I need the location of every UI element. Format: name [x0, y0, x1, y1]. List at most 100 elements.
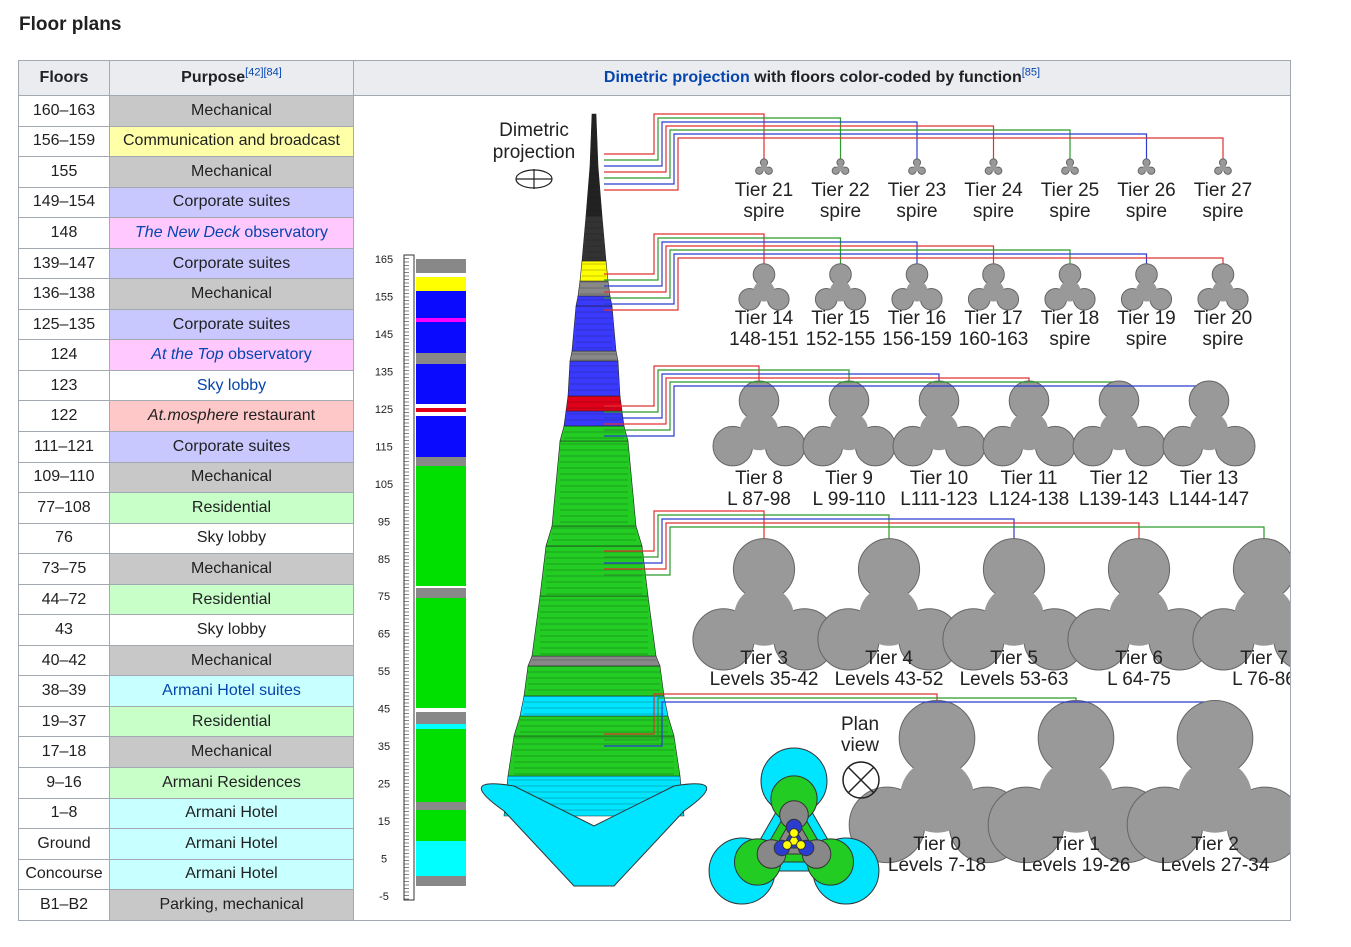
purpose-cell: Mechanical: [109, 736, 354, 769]
purpose-text: Mechanical: [191, 651, 272, 669]
purpose-text: Parking, mechanical: [159, 896, 304, 914]
tier-label: Tier 20: [1194, 308, 1252, 329]
purpose-text[interactable]: observatory: [240, 224, 328, 241]
scale-tick-label: 125: [375, 404, 393, 416]
tier-label: Tier 6: [1115, 648, 1163, 669]
tier-range-label: Levels 27-34: [1161, 855, 1270, 876]
scale-tick-label: 145: [375, 329, 393, 341]
floors-cell: 73–75: [18, 553, 110, 585]
tier-label: Tier 5: [990, 648, 1038, 669]
tier-label: Tier 11: [1000, 468, 1057, 489]
purpose-link[interactable]: At the Top: [151, 346, 223, 363]
purpose-cell: Communication and broadcast: [109, 125, 354, 158]
tier-plan-shape: [892, 380, 986, 467]
dimetric-label: Dimetric: [499, 120, 569, 141]
purpose-text: Residential: [191, 498, 272, 516]
purpose-text: Mechanical: [191, 468, 272, 486]
purpose-cell: Armani Hotel: [109, 858, 354, 891]
purpose-cell: Mechanical: [109, 278, 354, 310]
diagram-reference[interactable]: [85]: [1022, 67, 1040, 79]
section-heading: Floor plans: [19, 14, 122, 35]
dimetric-projection-link[interactable]: Dimetric projection: [604, 69, 750, 86]
purpose-text: Sky lobby: [196, 621, 267, 639]
floor-band: [416, 466, 466, 586]
scale-tick-label: 25: [378, 779, 390, 791]
purpose-text: Mechanical: [191, 285, 272, 303]
tier-range-label: spire: [820, 201, 861, 222]
tier-label: Tier 22: [811, 180, 869, 201]
purpose-cell: At.mosphere restaurant: [109, 400, 354, 433]
scale-tick-label: 65: [378, 629, 390, 641]
leader-line: [604, 121, 918, 167]
tier-range-label: L144-147: [1169, 489, 1249, 510]
tower-dimetric-view: [481, 113, 707, 887]
purpose-cell: Mechanical: [109, 553, 354, 585]
plan-view-label: view: [841, 735, 879, 756]
floors-cell: 40–42: [18, 644, 110, 677]
tier-plan-shape: [1197, 263, 1249, 311]
floors-cell: 125–135: [18, 308, 110, 341]
purpose-cell: Corporate suites: [109, 431, 354, 463]
tier-range-label: 148-151: [729, 329, 799, 350]
leader-line: [604, 377, 1030, 425]
floor-band: [416, 729, 466, 802]
floors-cell: 19–37: [18, 705, 110, 738]
purpose-text[interactable]: observatory: [224, 346, 312, 363]
floors-cell: 44–72: [18, 583, 110, 616]
purpose-text: Sky lobby: [196, 529, 267, 547]
tier-label: Tier 0: [913, 834, 961, 855]
scale-tick-label: 75: [378, 591, 390, 603]
floor-band: [416, 259, 466, 273]
tier-range-label: L124-138: [989, 489, 1069, 510]
tier-range-label: spire: [1126, 329, 1167, 350]
purpose-text: Residential: [191, 590, 272, 608]
scale-tick-label: 95: [378, 516, 390, 528]
tier-label: Tier 25: [1041, 180, 1099, 201]
purpose-text[interactable]: Armani Hotel suites: [162, 682, 301, 699]
purpose-text: Mechanical: [191, 162, 272, 180]
floor-band: [416, 277, 466, 291]
floors-cell: 9–16: [18, 767, 110, 799]
floor-band: [416, 404, 466, 408]
purpose-cell: Mechanical: [109, 461, 354, 494]
tier-plan-shape: [802, 380, 896, 467]
tier-label: Tier 23: [888, 180, 946, 201]
floor-band: [416, 408, 466, 412]
floors-cell: 148: [18, 217, 110, 249]
floors-cell: 77–108: [18, 492, 110, 524]
tier-plan-shape: [908, 158, 926, 175]
purpose-link[interactable]: The New Deck: [135, 224, 240, 241]
tier-range-label: L 64-75: [1107, 669, 1171, 690]
purpose-link[interactable]: At.mosphere: [148, 407, 239, 424]
purpose-reference[interactable]: [42][84]: [245, 67, 282, 79]
floors-cell: 156–159: [18, 125, 110, 158]
tier-plan-shape: [982, 380, 1076, 467]
tier-label: Tier 8: [735, 468, 783, 489]
diagram-cell: 165 155 145 135 125 115 105 95 85 75 65 55 45 35 25 15 5…: [353, 95, 1291, 921]
floor-band: [416, 416, 466, 457]
scale-tick-label: 35: [378, 741, 390, 753]
tier-range-label: L 99-110: [813, 489, 886, 510]
floor-band: [416, 712, 466, 724]
tier-label: Tier 14: [735, 308, 794, 329]
tier-label: Tier 16: [888, 308, 946, 329]
purpose-text[interactable]: Sky lobby: [197, 377, 266, 394]
floor-band: [416, 273, 466, 277]
table-header-row: Floors Purpose[42][84] Dimetric projecti…: [18, 60, 1291, 96]
tier-plan-shape: [831, 158, 850, 175]
floors-cell: 123: [18, 369, 110, 402]
tier-plan-shape: [1061, 158, 1079, 175]
scale-tick-label: 105: [375, 479, 393, 491]
tier-label: Tier 7: [1240, 648, 1288, 669]
purpose-cell: Residential: [109, 583, 354, 616]
tier-label: Tier 27: [1194, 180, 1252, 201]
tier-range-label: Levels 19-26: [1022, 855, 1131, 876]
purpose-column-header: Purpose[42][84]: [109, 60, 354, 96]
purpose-cell: Residential: [109, 705, 354, 738]
tier-range-label: Levels 35-42: [710, 669, 819, 690]
tier-plan-shape: [755, 158, 773, 175]
purpose-cell: Parking, mechanical: [109, 889, 354, 921]
purpose-text: Mechanical: [191, 743, 272, 761]
tier-label: Tier 1: [1052, 834, 1100, 855]
plan-view-label: Plan: [841, 714, 879, 735]
